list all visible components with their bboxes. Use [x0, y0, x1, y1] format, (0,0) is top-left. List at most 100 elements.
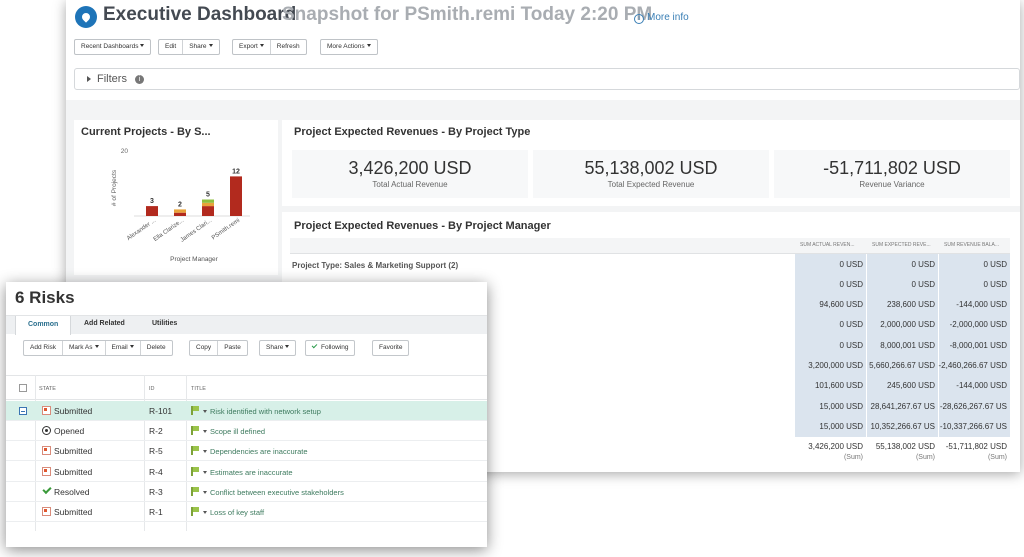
table-cell: 0 USD — [839, 341, 863, 350]
following-label: Following — [321, 344, 349, 351]
table-row[interactable]: Opened R-2 Scope ill defined — [6, 421, 487, 442]
mark-as-button[interactable]: Mark As — [63, 341, 106, 355]
table-row[interactable]: Resolved R-3 Conflict between executive st… — [6, 482, 487, 502]
tab-common[interactable]: Common — [15, 316, 72, 335]
risks-table-header: STATE ID TITLE — [6, 375, 487, 400]
row-state: Opened — [54, 426, 85, 437]
table-cell: 5,660,266.67 USD — [869, 361, 935, 370]
paste-button[interactable]: Paste — [218, 341, 247, 355]
recent-dashboards-button[interactable]: Recent Dashboards — [75, 40, 150, 54]
row-title-link[interactable]: Conflict between executive stakeholders — [210, 488, 344, 497]
share-label: Share — [266, 344, 284, 351]
bar-segment[interactable] — [202, 202, 214, 207]
bar-segment[interactable] — [146, 206, 158, 216]
flag-icon — [191, 486, 199, 496]
row-title-link[interactable]: Loss of key staff — [210, 508, 264, 517]
add-risk-button[interactable]: Add Risk — [24, 341, 64, 355]
filters-label: Filters — [97, 73, 127, 85]
column-header-title[interactable]: TITLE — [191, 386, 206, 392]
data-label: 3 — [150, 198, 154, 205]
kpi-revenue-variance: -51,711,802 USD Revenue Variance — [774, 150, 1010, 198]
row-state: Submitted — [54, 466, 93, 477]
row-checkbox[interactable] — [19, 407, 27, 415]
table-cell: 0 USD — [839, 260, 863, 269]
bar-segment[interactable] — [174, 212, 186, 216]
edit-button[interactable]: Edit — [159, 40, 184, 54]
table-cell: 2,000,000 USD — [880, 320, 935, 329]
row-id: R-5 — [149, 446, 163, 457]
table-row[interactable]: Submitted R-1 Loss of key staff — [6, 502, 487, 522]
column-header[interactable]: SUM EXPECTED REVE... — [872, 242, 931, 248]
total-cell: 3,426,200 USD — [808, 442, 863, 451]
chevron-down-icon[interactable] — [203, 410, 207, 413]
row-title-link[interactable]: Scope ill defined — [210, 427, 265, 436]
chevron-down-icon[interactable] — [203, 430, 207, 434]
favorite-group: Favorite — [372, 340, 410, 356]
chevron-down-icon — [129, 345, 134, 348]
page-subtitle: Snapshot for PSmith.remi Today 2:20 PM — [282, 4, 653, 25]
data-label: 12 — [232, 168, 240, 175]
favorite-button[interactable]: Favorite — [373, 341, 408, 355]
mark-as-label: Mark As — [69, 344, 93, 351]
clipboard-group: Copy Paste — [189, 340, 248, 356]
row-state: Resolved — [54, 486, 90, 497]
page-title: Executive Dashboard — [103, 4, 297, 25]
row-id: R-4 — [149, 466, 163, 477]
flag-icon — [191, 406, 199, 415]
row-title-link[interactable]: Dependencies are inaccurate — [210, 447, 308, 456]
table-cell: 0 USD — [983, 260, 1007, 269]
delete-button[interactable]: Delete — [141, 341, 172, 355]
copy-button[interactable]: Copy — [190, 341, 219, 355]
tab-utilities[interactable]: Utilities — [152, 320, 177, 327]
recent-dashboards-group: Recent Dashboards — [74, 39, 152, 55]
data-label: 2 — [178, 201, 182, 208]
tab-add-related[interactable]: Add Related — [84, 320, 125, 327]
export-button[interactable]: Export — [233, 40, 271, 54]
risks-title: 6 Risks — [15, 288, 75, 307]
sum-label: (Sum) — [915, 454, 935, 461]
filters-panel[interactable]: Filters i — [74, 68, 1020, 90]
table-row[interactable]: Submitted R-101 Risk identified with netwo… — [6, 401, 487, 421]
row-state: Submitted — [54, 507, 93, 517]
more-actions-button[interactable]: More Actions — [321, 40, 377, 54]
more-actions-label: More Actions — [327, 43, 365, 50]
bar-segment[interactable] — [174, 209, 186, 213]
chevron-down-icon — [140, 44, 145, 47]
table-cell: 101,600 USD — [814, 381, 863, 390]
chevron-down-icon[interactable] — [203, 490, 207, 494]
following-button[interactable]: Following — [306, 341, 354, 355]
table-row[interactable]: Submitted R-4 Estimates are inaccurate — [6, 462, 487, 482]
sum-label: (Sum) — [843, 454, 863, 461]
chevron-down-icon[interactable] — [203, 450, 207, 454]
email-button[interactable]: Email — [106, 341, 141, 355]
column-header-state[interactable]: STATE — [39, 386, 56, 392]
chevron-down-icon[interactable] — [203, 470, 207, 474]
kpi-label: Revenue Variance — [859, 180, 925, 189]
chevron-down-icon — [366, 44, 371, 47]
share-button[interactable]: Share — [260, 341, 295, 355]
refresh-button[interactable]: Refresh — [271, 40, 306, 54]
share-button[interactable]: Share — [183, 40, 218, 54]
table-cell: -2,460,266.67 USD — [938, 361, 1008, 370]
table-cell: -28,626,267.67 US — [939, 402, 1007, 411]
select-all-checkbox[interactable] — [19, 384, 27, 392]
row-title-link[interactable]: Estimates are inaccurate — [210, 468, 293, 477]
bar-segment[interactable] — [202, 199, 214, 203]
info-icon: i — [634, 14, 644, 24]
column-header[interactable]: SUM ACTUAL REVEN... — [800, 242, 855, 248]
risks-tab-bar: Common Add Related Utilities — [6, 315, 487, 335]
chevron-down-icon[interactable] — [203, 511, 207, 514]
submitted-icon — [42, 507, 51, 516]
row-title-link[interactable]: Risk identified with network setup — [210, 407, 321, 416]
column-header-id[interactable]: ID — [149, 386, 155, 392]
more-info-link[interactable]: i More info — [634, 12, 689, 24]
table-row[interactable]: Submitted R-5 Dependencies are inaccurate — [6, 441, 487, 462]
bar-segment[interactable] — [230, 176, 242, 216]
table-cell: 15,000 USD — [819, 402, 863, 411]
table-cell: 238,600 USD — [886, 300, 935, 309]
table-cell: 3,200,000 USD — [808, 361, 863, 370]
table-cell: 10,352,266.67 US — [870, 422, 936, 431]
column-header[interactable]: SUM REVENUE BALA... — [944, 242, 999, 248]
total-cell: -51,711,802 USD — [945, 442, 1007, 451]
bar-segment[interactable] — [202, 206, 214, 216]
